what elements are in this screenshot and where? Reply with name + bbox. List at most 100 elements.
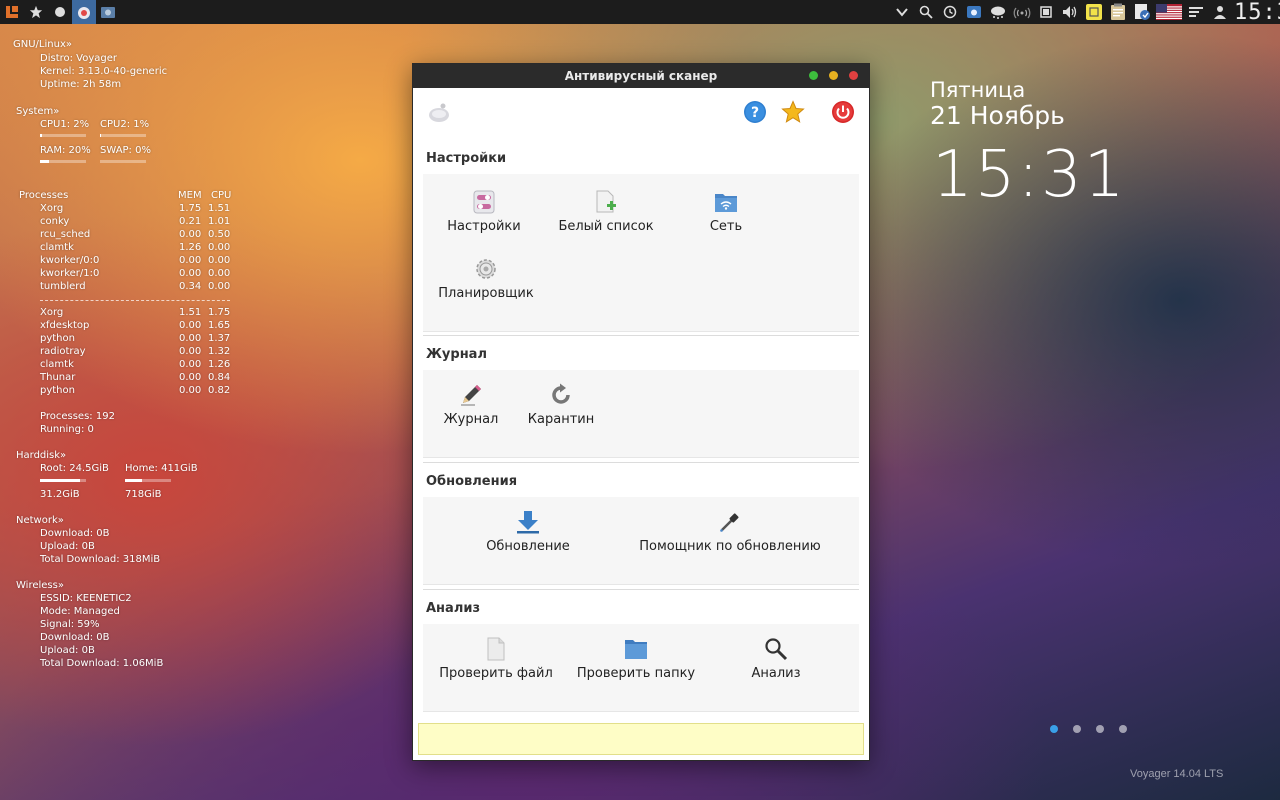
network-item-label: Сеть	[709, 219, 743, 234]
search-button[interactable]	[914, 0, 938, 24]
process-name: tumblerd	[40, 281, 86, 292]
process-cpu: 0.00	[208, 242, 231, 253]
desktop-day: Пятница	[930, 78, 1026, 102]
menu-button[interactable]	[0, 0, 24, 24]
conky-home: Home: 411GiB	[125, 463, 198, 474]
page-dot[interactable]	[1096, 725, 1104, 733]
journal-item-quarantine[interactable]: Карантин	[496, 382, 626, 427]
update-item-label: Обновление	[486, 539, 570, 554]
conky-gnu-header: GNU/Linux»	[13, 39, 72, 50]
network-button[interactable]	[1010, 0, 1034, 24]
section-title-updates: Обновления	[426, 474, 518, 489]
process-cpu: 1.37	[208, 333, 231, 344]
process-name: kworker/0:0	[40, 255, 100, 266]
menu-lines-button[interactable]	[1184, 0, 1208, 24]
window-toolbar: ?	[413, 88, 869, 136]
conky-processes-total: Processes: 192	[40, 411, 115, 422]
taskbar-screenshot[interactable]	[96, 0, 120, 24]
conky-system-header: System»	[16, 106, 60, 117]
conky-kernel: Kernel: 3.13.0-40-generic	[40, 66, 168, 77]
process-name: conky	[40, 216, 70, 227]
network-folder-icon	[713, 189, 739, 215]
conky-essid: ESSID: KEENETIC2	[40, 593, 132, 604]
notes-button[interactable]	[1082, 0, 1106, 24]
page-dot[interactable]	[1050, 725, 1058, 733]
updates-icon	[1135, 4, 1150, 20]
favorites-button[interactable]	[24, 0, 48, 24]
circle-icon	[55, 7, 65, 17]
desktop-button[interactable]	[48, 0, 72, 24]
volume-icon	[1063, 6, 1077, 18]
keyboard-layout-button[interactable]	[1154, 0, 1184, 24]
process-cpu: 1.26	[208, 359, 231, 370]
conky-wireless-header: Wireless»	[16, 580, 64, 591]
camera-button[interactable]	[962, 0, 986, 24]
status-bar	[418, 723, 864, 755]
taskbar-clamtk[interactable]	[72, 0, 96, 24]
panel-clock[interactable]: 15:31	[1232, 0, 1280, 25]
process-cpu: 0.00	[208, 268, 231, 279]
settings-item-scheduler[interactable]: Планировщик	[421, 256, 551, 301]
process-mem: 0.00	[179, 333, 202, 344]
process-mem: 1.75	[179, 203, 202, 214]
updates-item-assistant[interactable]: Помощник по обновлению	[639, 509, 821, 554]
camera-icon	[967, 6, 981, 18]
power-icon[interactable]	[831, 100, 855, 124]
process-cpu: 1.75	[208, 307, 231, 318]
chevron-down-icon	[896, 8, 908, 17]
settings-item-network[interactable]: Сеть	[661, 189, 791, 234]
conky-w-upload: Upload: 0B	[40, 645, 95, 656]
clamtk-logo-icon	[429, 103, 449, 122]
scan-file-item-label: Проверить файл	[439, 666, 553, 681]
window-titlebar[interactable]: Антивирусный сканер	[413, 64, 869, 88]
conky-w-total: Total Download: 1.06MiB	[40, 658, 164, 669]
analysis-item-scan-file[interactable]: Проверить файл	[431, 636, 561, 681]
minimize-button[interactable]	[829, 71, 838, 80]
updates-button[interactable]	[1130, 0, 1154, 24]
updates-item-update[interactable]: Обновление	[463, 509, 593, 554]
volume-button[interactable]	[1058, 0, 1082, 24]
star-icon[interactable]	[781, 100, 805, 124]
process-cpu: 1.65	[208, 320, 231, 331]
screenshot-icon	[101, 7, 115, 18]
conky-cpu-header: CPU	[211, 190, 232, 201]
process-cpu: 0.84	[208, 372, 231, 383]
desktop-date: 21 Ноябрь	[930, 101, 1065, 130]
user-button[interactable]	[1208, 0, 1232, 24]
panel-left	[0, 0, 120, 24]
process-name: kworker/1:0	[40, 268, 100, 279]
process-name: python	[40, 333, 75, 344]
analysis-item-analyze[interactable]: Анализ	[711, 636, 841, 681]
process-name: Xorg	[40, 307, 64, 318]
assistant-item-label: Помощник по обновлению	[639, 539, 821, 554]
analyze-item-label: Анализ	[751, 666, 801, 681]
window-title: Антивирусный сканер	[564, 69, 718, 83]
whitelist-item-label: Белый список	[558, 219, 654, 234]
pencil-icon	[458, 382, 484, 408]
section-divider	[423, 335, 859, 336]
history-button[interactable]	[938, 0, 962, 24]
weather-icon	[991, 6, 1005, 19]
process-name: clamtk	[40, 242, 74, 253]
process-mem: 0.00	[179, 268, 202, 279]
analysis-item-scan-folder[interactable]: Проверить папку	[571, 636, 701, 681]
whisker-menu-icon	[6, 6, 18, 18]
weather-button[interactable]	[986, 0, 1010, 24]
page-dot[interactable]	[1119, 725, 1127, 733]
process-mem: 0.00	[179, 229, 202, 240]
conky-mode: Mode: Managed	[40, 606, 120, 617]
help-icon[interactable]: ?	[743, 100, 767, 124]
process-cpu: 0.00	[208, 255, 231, 266]
conky-home-free: 718GiB	[125, 489, 162, 500]
clipboard-button[interactable]	[1106, 0, 1130, 24]
section-title-analysis: Анализ	[426, 601, 480, 616]
page-dot[interactable]	[1073, 725, 1081, 733]
section-divider	[423, 462, 859, 463]
settings-item-settings[interactable]: Настройки	[419, 189, 549, 234]
settings-item-whitelist[interactable]: Белый список	[541, 189, 671, 234]
section-title-journal: Журнал	[426, 347, 487, 362]
battery-button[interactable]	[1034, 0, 1058, 24]
chevron-down-button[interactable]	[890, 0, 914, 24]
maximize-button[interactable]	[809, 71, 818, 80]
close-button[interactable]	[849, 71, 858, 80]
